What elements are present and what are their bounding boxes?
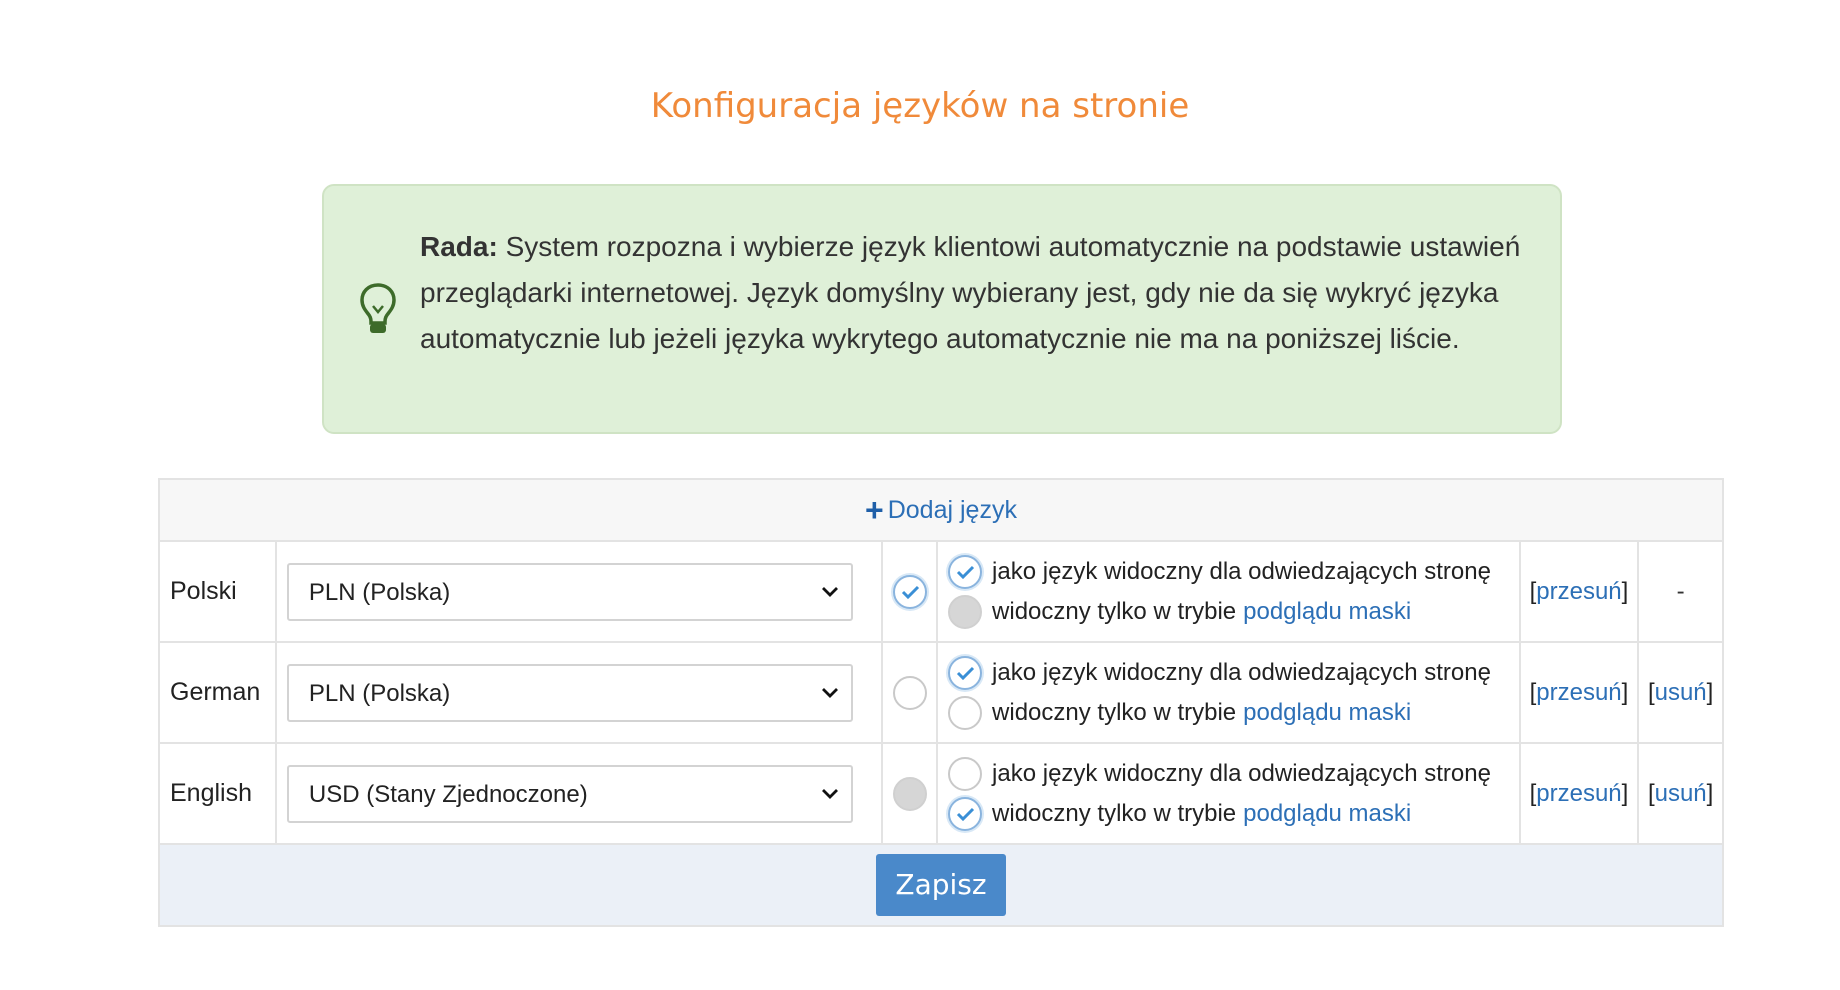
mask-preview-link[interactable]: podglądu maski <box>1243 598 1411 626</box>
visibility-option-mask: widoczny tylko w trybie podglądu maski <box>948 794 1519 834</box>
mask-only-label: widoczny tylko w trybie <box>992 799 1237 827</box>
plus-icon: + <box>865 491 884 528</box>
visible-label: jako język widoczny dla odwiedzających s… <box>992 658 1491 686</box>
visible-label: jako język widoczny dla odwiedzających s… <box>992 759 1491 787</box>
delete-link[interactable]: usuń <box>1655 780 1707 807</box>
visibility-option-mask: widoczny tylko w trybie podglądu maski <box>948 592 1519 632</box>
currency-select-value: PLN (Polska) <box>308 679 451 707</box>
add-language-label: Dodaj język <box>887 495 1017 524</box>
save-button[interactable]: Zapisz <box>876 854 1006 916</box>
visible-radio[interactable] <box>948 655 983 690</box>
tip-label: Rada: <box>420 231 498 262</box>
currency-select[interactable]: USD (Stany Zjednoczone) <box>286 764 853 823</box>
check-icon <box>956 807 975 821</box>
default-language-radio[interactable] <box>892 675 927 710</box>
tip-body: System rozpozna i wybierze język kliento… <box>420 231 1521 354</box>
move-link[interactable]: przesuń <box>1536 578 1621 605</box>
chevron-down-icon <box>821 586 838 597</box>
currency-select-value: USD (Stany Zjednoczone) <box>308 780 588 808</box>
languages-table: + Dodaj język Polski PLN (Polska) jako ję… <box>158 478 1724 927</box>
currency-select[interactable]: PLN (Polska) <box>286 562 853 621</box>
tip-text: Rada: System rozpozna i wybierze język k… <box>420 224 1530 362</box>
add-language-button[interactable]: + Dodaj język <box>865 492 1017 528</box>
chevron-down-icon <box>821 687 838 698</box>
check-icon <box>956 565 975 579</box>
visible-radio[interactable] <box>948 554 983 589</box>
visible-radio[interactable] <box>948 756 983 791</box>
mask-only-radio[interactable] <box>948 594 983 629</box>
move-link[interactable]: przesuń <box>1536 679 1621 706</box>
mask-preview-link[interactable]: podglądu maski <box>1243 800 1411 828</box>
visible-label: jako język widoczny dla odwiedzających s… <box>992 557 1491 585</box>
default-language-radio[interactable] <box>892 776 927 811</box>
language-name: German <box>158 641 277 744</box>
lightbulb-icon <box>360 283 396 333</box>
mask-only-label: widoczny tylko w trybie <box>992 597 1237 625</box>
mask-only-label: widoczny tylko w trybie <box>992 698 1237 726</box>
visibility-option-mask: widoczny tylko w trybie podglądu maski <box>948 693 1519 733</box>
tip-box: Rada: System rozpozna i wybierze język k… <box>322 184 1562 434</box>
move-link[interactable]: przesuń <box>1536 780 1621 807</box>
mask-only-radio[interactable] <box>948 796 983 831</box>
save-row: Zapisz <box>158 843 1724 927</box>
currency-select-value: PLN (Polska) <box>308 578 451 606</box>
mask-only-radio[interactable] <box>948 695 983 730</box>
table-row: Polski PLN (Polska) jako język widoczny … <box>158 540 1724 643</box>
check-icon <box>956 666 975 680</box>
delete-link[interactable]: usuń <box>1655 679 1707 706</box>
visibility-option-public: jako język widoczny dla odwiedzających s… <box>948 552 1519 592</box>
language-name: English <box>158 742 277 845</box>
no-delete-placeholder: - <box>1676 577 1685 605</box>
visibility-option-public: jako język widoczny dla odwiedzających s… <box>948 653 1519 693</box>
add-language-row: + Dodaj język <box>158 478 1724 542</box>
default-language-radio[interactable] <box>892 574 927 609</box>
table-row: German PLN (Polska) jako język widoczny … <box>158 641 1724 744</box>
visibility-option-public: jako język widoczny dla odwiedzających s… <box>948 754 1519 794</box>
page-title: Konfiguracja języków na stronie <box>650 86 1190 126</box>
mask-preview-link[interactable]: podglądu maski <box>1243 699 1411 727</box>
check-icon <box>901 585 919 599</box>
chevron-down-icon <box>821 788 838 799</box>
language-name: Polski <box>158 540 277 643</box>
table-row: English USD (Stany Zjednoczone) jako jęz… <box>158 742 1724 845</box>
currency-select[interactable]: PLN (Polska) <box>286 663 853 722</box>
